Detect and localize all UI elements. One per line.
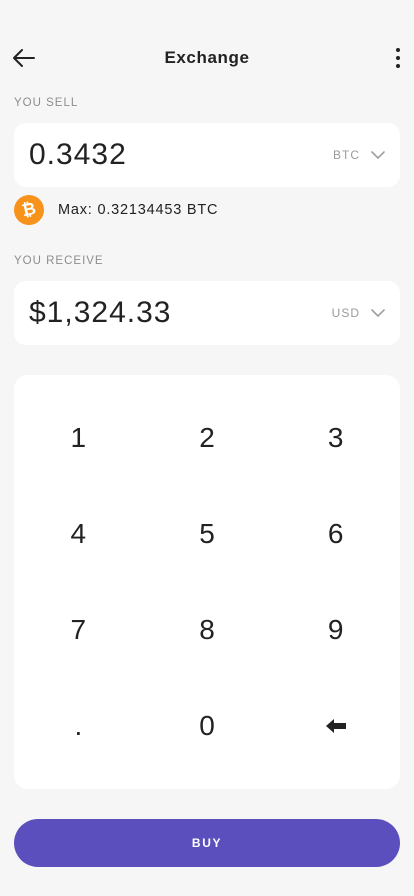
key-3[interactable]: 3 [271, 390, 400, 486]
key-0[interactable]: 0 [143, 678, 272, 774]
receive-amount-value: $1,324.33 [29, 296, 172, 329]
sell-currency-code: BTC [333, 148, 360, 162]
key-6[interactable]: 6 [271, 486, 400, 582]
sell-amount-input[interactable]: 0.3432 [29, 138, 333, 172]
sell-label: YOU SELL [14, 97, 79, 109]
key-9[interactable]: 9 [271, 582, 400, 678]
receive-currency-code: USD [331, 306, 360, 320]
max-balance-text: Max: 0.32134453 BTC [58, 202, 219, 218]
sell-currency-select[interactable]: BTC [333, 135, 386, 175]
key-5[interactable]: 5 [143, 486, 272, 582]
receive-label: YOU RECEIVE [14, 255, 104, 267]
page-title: Exchange [164, 48, 250, 67]
key-8[interactable]: 8 [143, 582, 272, 678]
header: Exchange [0, 38, 414, 78]
backspace-arrow-icon [325, 719, 346, 733]
max-balance-row: ₿ Max: 0.32134453 BTC [11, 192, 219, 228]
key-4[interactable]: 4 [14, 486, 143, 582]
receive-currency-select[interactable]: USD [332, 293, 386, 333]
receive-amount-card[interactable]: $1,324.33 USD [14, 281, 400, 345]
key-2[interactable]: 2 [143, 390, 272, 486]
more-vertical-icon [396, 48, 400, 52]
chevron-down-icon [371, 309, 385, 317]
key-decimal[interactable]: . [14, 678, 143, 774]
key-1[interactable]: 1 [14, 390, 143, 486]
bitcoin-icon: ₿ [11, 192, 47, 228]
key-7[interactable]: 7 [14, 582, 143, 678]
more-options-button[interactable] [390, 44, 406, 72]
key-backspace[interactable] [271, 678, 400, 774]
sell-amount-card[interactable]: 0.3432 BTC [14, 123, 400, 187]
buy-button[interactable]: BUY [14, 819, 400, 867]
chevron-down-icon [371, 151, 385, 159]
numeric-keypad: 1 2 3 4 5 6 7 8 9 . 0 [14, 375, 400, 789]
